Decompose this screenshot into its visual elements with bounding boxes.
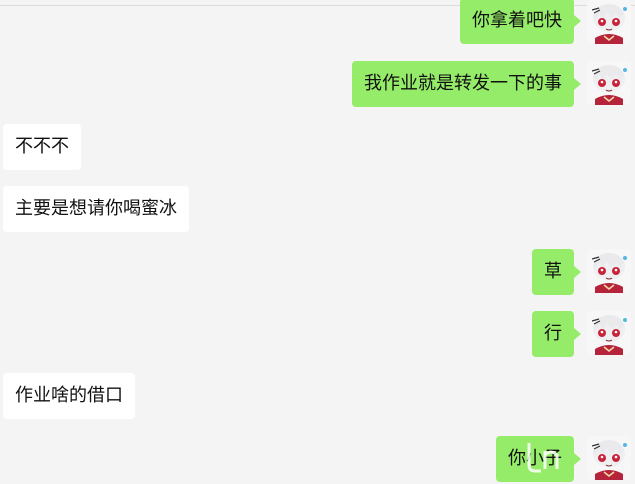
message-bubble-incoming[interactable]: 主要是想请你喝蜜冰	[3, 186, 189, 232]
avatar-icon[interactable]	[587, 249, 631, 293]
avatar-icon[interactable]	[587, 311, 631, 355]
anime-girl-avatar-icon	[587, 61, 631, 105]
watermark-logo-icon	[523, 437, 563, 475]
message-bubble-outgoing[interactable]: 行	[532, 311, 581, 357]
message-text: 主要是想请你喝蜜冰	[15, 198, 177, 219]
message-text: 作业啥的借口	[15, 385, 123, 406]
anime-girl-avatar-icon	[587, 311, 631, 355]
message-bubble-outgoing[interactable]: 草	[532, 249, 581, 295]
anime-girl-avatar-icon	[587, 0, 631, 44]
message-text: 行	[544, 323, 562, 344]
message-text: 草	[544, 261, 562, 282]
message-text: 不不不	[15, 136, 69, 157]
message-bubble-incoming[interactable]: 作业啥的借口	[3, 373, 135, 419]
message-bubble-outgoing[interactable]: 我作业就是转发一下的事	[352, 61, 581, 107]
avatar-icon[interactable]	[587, 61, 631, 105]
anime-girl-avatar-icon	[587, 249, 631, 293]
avatar-icon[interactable]	[587, 0, 631, 44]
message-bubble-incoming[interactable]: 不不不	[3, 124, 81, 170]
anime-girl-avatar-icon	[587, 436, 631, 480]
message-text: 你拿着吧快	[472, 10, 562, 31]
message-bubble-outgoing[interactable]: 你拿着吧快	[460, 0, 581, 44]
avatar-icon[interactable]	[587, 436, 631, 480]
message-text: 我作业就是转发一下的事	[364, 73, 562, 94]
